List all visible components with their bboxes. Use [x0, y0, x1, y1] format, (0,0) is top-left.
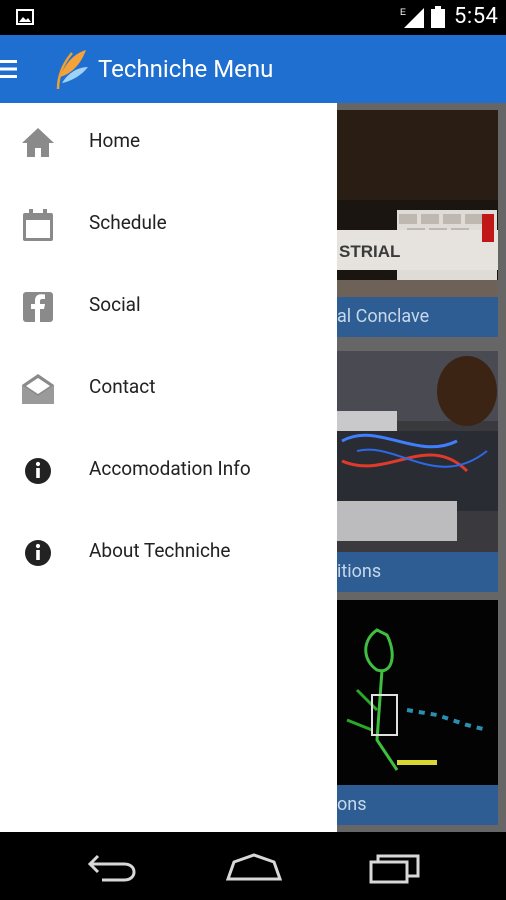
info-icon: [25, 458, 51, 484]
drawer-item-label: Home: [89, 129, 141, 152]
drawer-item-label: Social: [89, 293, 141, 316]
event-card[interactable]: ons: [337, 600, 498, 825]
drawer-item-label: Contact: [89, 375, 156, 398]
drawer-item-contact[interactable]: Contact: [0, 349, 337, 431]
drawer-item-label: Schedule: [89, 211, 167, 234]
drawer-item-label: About Techniche: [89, 539, 231, 562]
signal-icon: E: [400, 7, 424, 28]
event-caption: al Conclave: [337, 297, 498, 337]
sign-text: STRIAL: [339, 242, 400, 261]
home-icon: [22, 128, 54, 157]
drawer-item-label: Accomodation Info: [89, 457, 251, 480]
event-card[interactable]: itions: [337, 351, 498, 592]
home-nav-icon[interactable]: [226, 852, 282, 882]
status-bar: E 5:54: [0, 0, 506, 35]
envelope-open-icon: [22, 374, 54, 404]
clock: 5:54: [454, 4, 499, 29]
battery-icon: [431, 6, 445, 28]
techniche-logo[interactable]: [50, 47, 90, 91]
drawer-item-social[interactable]: Social: [0, 267, 337, 349]
app-bar: Techniche Menu: [0, 35, 506, 103]
svg-text:E: E: [400, 7, 406, 17]
drawer-item-accomodation[interactable]: Accomodation Info: [0, 431, 337, 513]
image-icon: [16, 9, 34, 25]
hamburger-menu-icon[interactable]: [0, 57, 18, 81]
event-caption: itions: [337, 552, 498, 592]
event-caption: ons: [337, 785, 498, 825]
navigation-drawer: Home Schedule Social Contact Accomodatio…: [0, 103, 337, 832]
calendar-icon: [23, 209, 53, 241]
back-icon[interactable]: [86, 852, 138, 884]
page-title: Techniche Menu: [98, 55, 274, 83]
system-nav-bar: [0, 832, 506, 900]
drawer-item-about[interactable]: About Techniche: [0, 513, 337, 595]
event-card[interactable]: STRIAL al Conclave: [337, 110, 498, 337]
recents-icon[interactable]: [368, 852, 422, 884]
info-icon: [25, 540, 51, 566]
drawer-item-schedule[interactable]: Schedule: [0, 185, 337, 267]
facebook-icon: [23, 292, 53, 322]
drawer-item-home[interactable]: Home: [0, 103, 337, 185]
